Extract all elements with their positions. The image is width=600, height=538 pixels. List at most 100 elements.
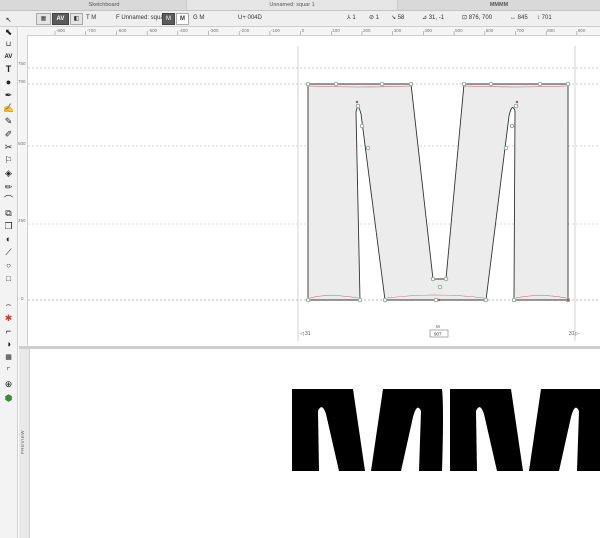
tab-sketchboard[interactable]: Sketchboard bbox=[22, 0, 187, 10]
guide-tool-icon[interactable]: ⊕ bbox=[3, 379, 14, 390]
ruler-label: 800 bbox=[547, 28, 555, 33]
node[interactable] bbox=[513, 103, 519, 109]
glyph-outline-drawing[interactable]: ◁ 31 31 ▷ M 907 bbox=[28, 36, 600, 346]
nodes-count: ↘ 58 bbox=[391, 13, 404, 24]
node[interactable] bbox=[379, 81, 385, 87]
grid-toggle-button[interactable]: ▦ bbox=[36, 13, 51, 25]
preview-glyph-m bbox=[292, 389, 443, 471]
horizontal-ruler[interactable]: -800 -700 -600 -500 -400 -300 -200 -100 0 100 200 3… bbox=[19, 27, 600, 36]
glyph-toolbar: ▦ AV ◧ T M F Unnamed: squar1 M M G M U+ … bbox=[0, 11, 600, 27]
shapes-tool-icon[interactable]: ⧉ bbox=[3, 208, 14, 219]
vertical-ruler[interactable]: 750 700 500 250 0 bbox=[18, 35, 28, 346]
node[interactable] bbox=[333, 81, 339, 87]
points-count: ⊘ 1 bbox=[369, 13, 379, 24]
node[interactable] bbox=[365, 145, 371, 151]
node[interactable] bbox=[305, 81, 311, 87]
handle[interactable] bbox=[515, 100, 519, 104]
node[interactable] bbox=[430, 276, 436, 282]
glyph-canvas[interactable]: ◁ 31 31 ▷ M 907 bbox=[28, 36, 600, 346]
node[interactable] bbox=[408, 81, 414, 87]
pencil-tool-icon[interactable]: ✏ bbox=[3, 182, 14, 193]
preview-label: PREVIEW bbox=[20, 430, 25, 455]
tab-label: Unnamed: squar 1 bbox=[269, 2, 315, 8]
advance-width-value[interactable]: 907 bbox=[434, 332, 442, 337]
tab-font[interactable]: MMMM bbox=[398, 0, 600, 10]
spiro-pen-icon[interactable]: ✎ bbox=[3, 116, 14, 127]
glyph-mode-label[interactable]: G M bbox=[193, 13, 204, 24]
node[interactable] bbox=[511, 297, 517, 303]
fill-tool-icon[interactable]: ◈ bbox=[3, 168, 14, 179]
component-tool-icon[interactable]: ⬢ bbox=[3, 393, 14, 404]
add-node-icon[interactable]: ✐ bbox=[3, 129, 14, 140]
brush-tool-icon[interactable]: ● bbox=[3, 77, 14, 88]
measure-tool-icon[interactable]: ✱ bbox=[3, 313, 14, 324]
right-sidebearing-arrow-icon[interactable]: ▷ bbox=[575, 331, 579, 337]
select-arrow-icon[interactable]: ⬉ bbox=[3, 27, 14, 38]
glyph-m-outline[interactable] bbox=[307, 83, 569, 301]
node[interactable] bbox=[443, 276, 449, 282]
node[interactable] bbox=[483, 297, 489, 303]
node[interactable] bbox=[488, 81, 494, 87]
node[interactable] bbox=[461, 81, 467, 87]
width-icon: ↔ bbox=[510, 15, 518, 21]
tab-bar: Sketchboard Unnamed: squar 1 MMMM bbox=[0, 0, 600, 11]
corner-tool-icon[interactable]: ⌐ bbox=[3, 326, 14, 337]
stamp-tool-icon[interactable]: ⚐ bbox=[3, 155, 14, 166]
ruler-label: 0 bbox=[302, 28, 305, 33]
node[interactable] bbox=[305, 297, 311, 303]
rectangle-tool-icon[interactable]: □ bbox=[3, 273, 14, 284]
handle[interactable] bbox=[566, 298, 570, 302]
kerning-toggle-button[interactable]: AV bbox=[52, 13, 69, 25]
anchor-tool-icon[interactable]: ⌜ bbox=[3, 366, 14, 377]
boolean-tool-icon[interactable]: ◐ bbox=[3, 234, 14, 245]
glyph-m-button[interactable]: M bbox=[162, 13, 175, 25]
right-sidebearing-value[interactable]: 31 bbox=[569, 331, 575, 337]
ruler-label: 400 bbox=[424, 28, 432, 33]
handle[interactable] bbox=[437, 298, 441, 302]
text-tool-icon[interactable]: T bbox=[3, 64, 14, 75]
node[interactable] bbox=[359, 123, 365, 129]
node[interactable] bbox=[537, 81, 543, 87]
ruler-label-750: 750 bbox=[18, 61, 26, 66]
eyedropper-tool-icon[interactable]: ⟋ bbox=[3, 247, 14, 258]
pen-tool-icon[interactable]: ✒ bbox=[3, 90, 14, 101]
contrast-tool-icon[interactable]: ◑ bbox=[3, 339, 14, 350]
tab-glyph[interactable]: Unnamed: squar 1 bbox=[187, 0, 398, 10]
tool-palette: ↖ ⬉ ⊔ AV T ● ✒ ✍ ✎ ✐ ✂ ⚐ ◈ ✏ ⌒ ⧉ ❐ ◐ ⟋ ○… bbox=[0, 17, 18, 538]
left-sidebearing-value[interactable]: 31 bbox=[305, 331, 311, 337]
metrics-tool-icon[interactable]: ⊔ bbox=[3, 39, 14, 50]
node[interactable] bbox=[509, 123, 515, 129]
node[interactable] bbox=[355, 103, 361, 109]
preview-glyph-m bbox=[450, 389, 600, 471]
curve-tool-icon[interactable]: ⌢ bbox=[3, 299, 14, 310]
node[interactable] bbox=[357, 297, 363, 303]
calligraphy-pen-icon[interactable]: ✍ bbox=[3, 103, 14, 114]
ruler-label: -100 bbox=[271, 28, 281, 33]
text-mode-label[interactable]: T M bbox=[86, 13, 96, 24]
ruler-label: 900 bbox=[578, 28, 586, 33]
knife-tool-icon[interactable]: ✂ bbox=[3, 142, 14, 153]
grid-tool-icon[interactable]: ▦ bbox=[3, 352, 14, 363]
size-value: 876, 700 bbox=[468, 15, 493, 21]
unicode-field[interactable]: U+ 004D bbox=[238, 13, 262, 24]
metrics-toggle-button[interactable]: ◧ bbox=[70, 13, 83, 25]
ruler-label-700: 700 bbox=[18, 79, 26, 84]
glyph-name-label: M bbox=[436, 324, 440, 329]
handle[interactable] bbox=[355, 100, 359, 104]
kerning-tool-icon[interactable]: AV bbox=[3, 52, 14, 63]
grid-icon: ▦ bbox=[40, 16, 47, 22]
arc-tool-icon[interactable]: ⌒ bbox=[3, 195, 14, 206]
node[interactable] bbox=[437, 284, 443, 290]
node[interactable] bbox=[382, 297, 388, 303]
node[interactable] bbox=[503, 145, 509, 151]
nodes-icon: ↘ bbox=[391, 15, 398, 21]
ruler-label-0: 0 bbox=[21, 296, 24, 301]
node[interactable] bbox=[565, 81, 571, 87]
glyph-m-bold-label: M bbox=[180, 16, 185, 22]
node[interactable] bbox=[433, 297, 439, 303]
page-tool-icon[interactable]: ❐ bbox=[3, 221, 14, 232]
left-sidebearing-arrow-icon[interactable]: ◁ bbox=[300, 331, 304, 337]
glyph-m-bold-button[interactable]: M bbox=[176, 13, 189, 25]
select-tool-icon[interactable]: ↖ bbox=[3, 15, 14, 26]
ellipse-tool-icon[interactable]: ○ bbox=[3, 260, 14, 271]
